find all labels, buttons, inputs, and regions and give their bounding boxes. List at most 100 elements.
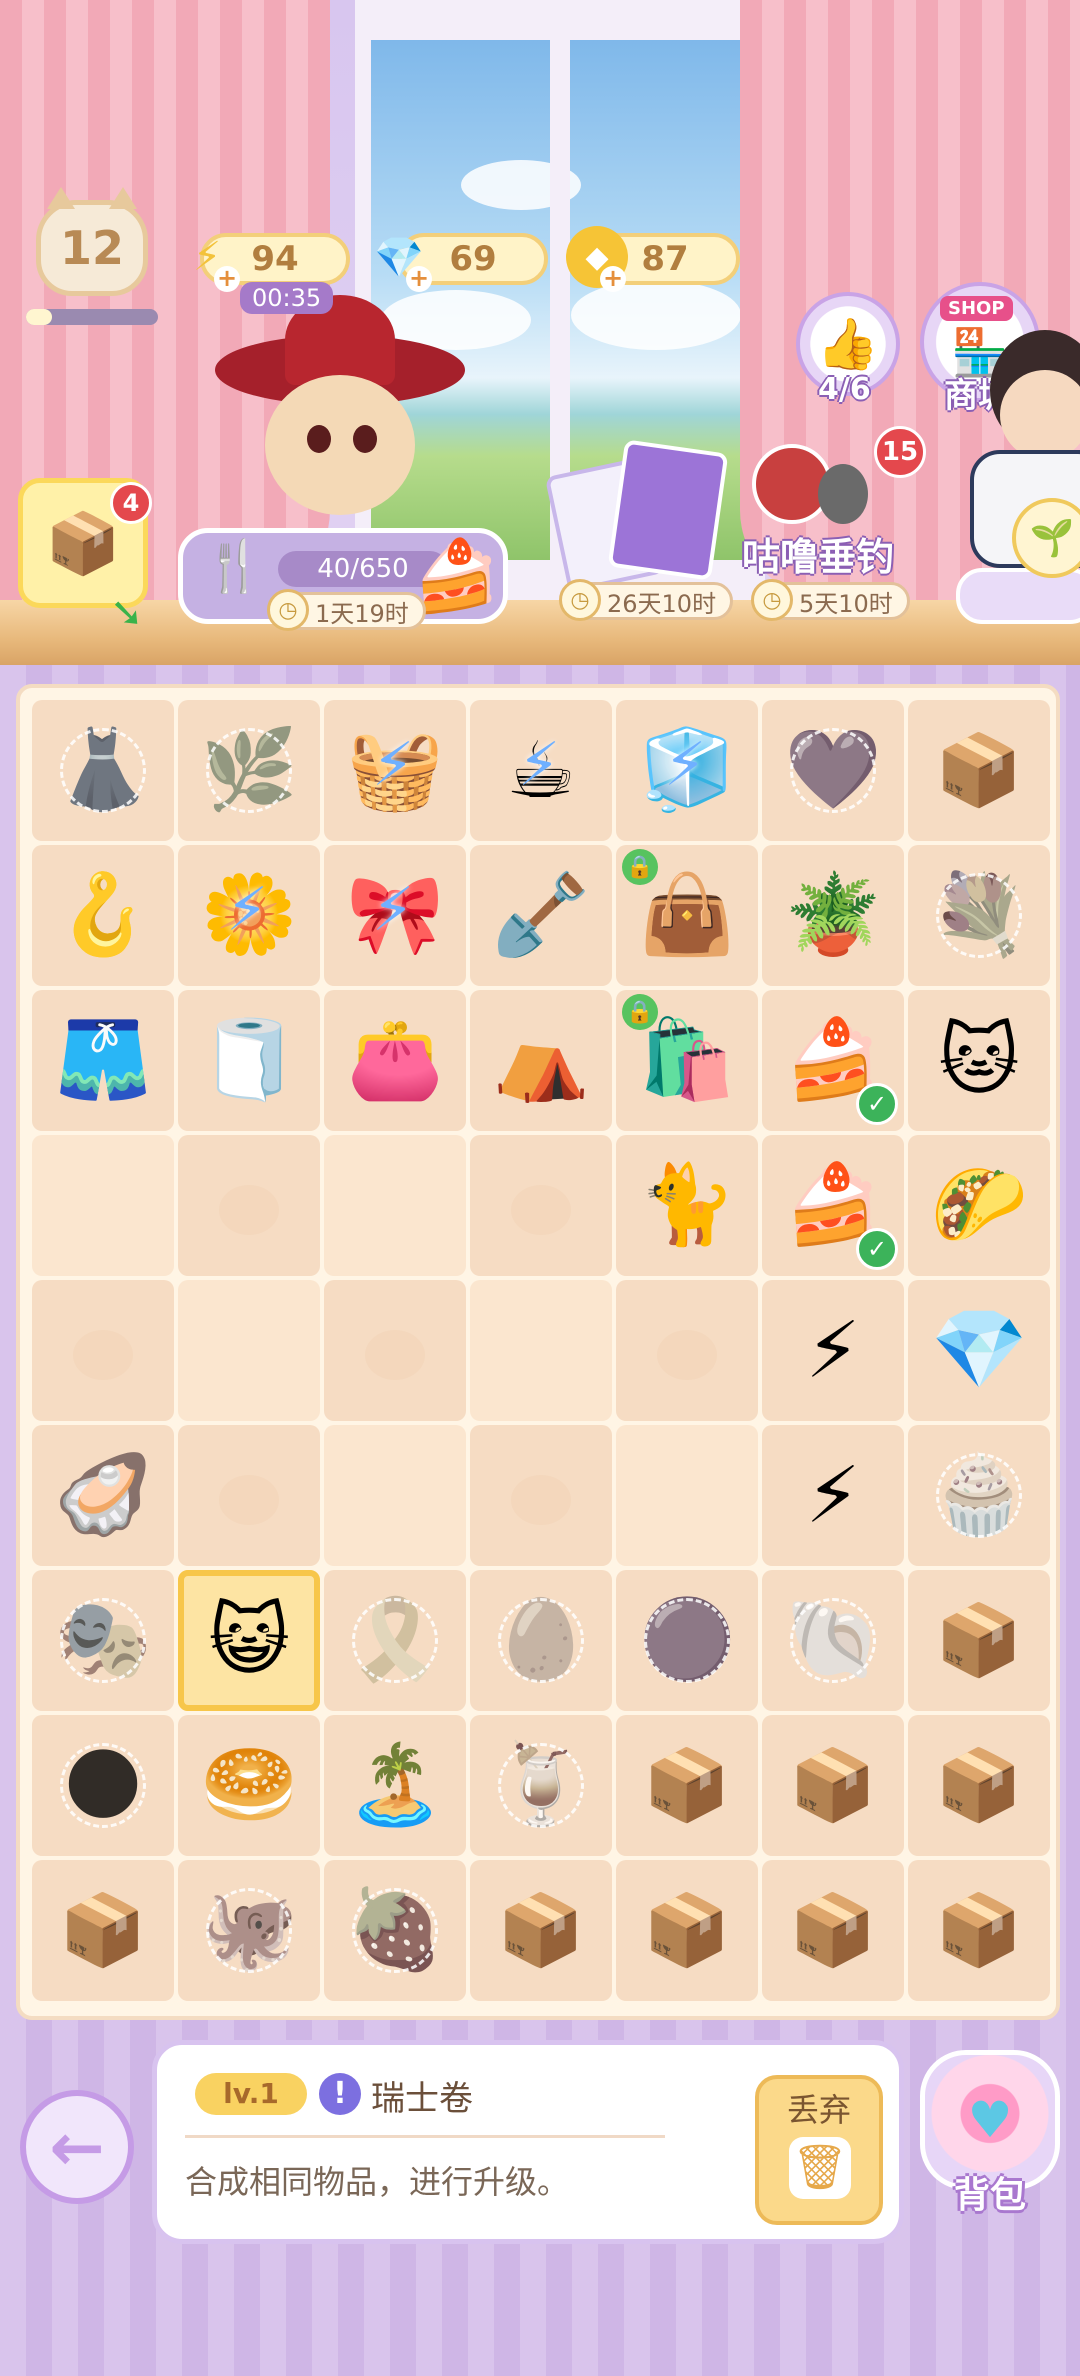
- board-cell[interactable]: 🎗️: [324, 1570, 466, 1711]
- board-cell[interactable]: [616, 1280, 758, 1421]
- board-grid: 👗 🌿 🧺 ⚡ ☕ ⚡ 🧊 ⚡ 💜 📦 🪝 🌼 ⚡ 🎀 ⚡ 🪏 👜 🔒 🪴 💐 🩳 🧻 👛 ⛺ 🛍️ 🔒 🍰 ✓ 🐱 🐈 🍰 ✓ 🌮 ⚡ 💎 🦪 ⚡ 🧁 🎭…: [32, 700, 1050, 2001]
- merge-item-icon: 💎: [930, 1305, 1028, 1395]
- board-cell[interactable]: 📦: [908, 700, 1050, 841]
- checkmark-icon: ✓: [856, 1083, 898, 1125]
- board-cell[interactable]: 📦: [32, 1860, 174, 2001]
- cardboard-box-icon: 📦: [935, 1599, 1023, 1681]
- add-energy-button[interactable]: +: [214, 266, 240, 292]
- add-gems-button[interactable]: +: [406, 266, 432, 292]
- board-cell[interactable]: 📦: [762, 1860, 904, 2001]
- item-info-panel: lv.1 ! 瑞士卷 合成相同物品，进行升级。 丢弃 🗑: [152, 2040, 904, 2244]
- board-cell[interactable]: 📦: [616, 1860, 758, 2001]
- merge-item-icon: ⚡: [805, 1450, 861, 1541]
- witch-cat-character[interactable]: [215, 295, 465, 525]
- cobweb-overlay: [60, 1743, 146, 1828]
- board-cell[interactable]: 🍹: [470, 1715, 612, 1856]
- board-cell[interactable]: 🐱: [908, 990, 1050, 1131]
- board-cell[interactable]: 🐙: [178, 1860, 320, 2001]
- add-coins-button[interactable]: +: [600, 266, 626, 292]
- board-cell[interactable]: ⚡: [762, 1425, 904, 1566]
- cardboard-box-icon: 📦: [789, 1744, 877, 1826]
- board-cell[interactable]: 🩳: [32, 990, 174, 1131]
- board-cell[interactable]: [616, 1425, 758, 1566]
- board-cell[interactable]: 🧊 ⚡: [616, 700, 758, 841]
- board-cell[interactable]: 🪏: [470, 845, 612, 986]
- discard-button[interactable]: 丢弃 🗑: [755, 2075, 883, 2225]
- board-cell[interactable]: [470, 1135, 612, 1276]
- board-cell[interactable]: 🍰 ✓: [762, 990, 904, 1131]
- swiss-roll-cake-icon: 🍰: [413, 535, 501, 617]
- board-cell[interactable]: 💜: [762, 700, 904, 841]
- board-cell[interactable]: [470, 1280, 612, 1421]
- merge-board: 👗 🌿 🧺 ⚡ ☕ ⚡ 🧊 ⚡ 💜 📦 🪝 🌼 ⚡ 🎀 ⚡ 🪏 👜 🔒 🪴 💐 🩳 🧻 👛 ⛺ 🛍️ 🔒 🍰 ✓ 🐱 🐈 🍰 ✓ 🌮 ⚡ 💎 🦪 ⚡ 🧁 🎭…: [16, 684, 1060, 2020]
- cobweb-overlay: [60, 1598, 146, 1683]
- board-cell[interactable]: ⚡: [762, 1280, 904, 1421]
- lock-icon: 🔒: [622, 994, 658, 1030]
- board-cell[interactable]: [32, 1280, 174, 1421]
- board-cell[interactable]: 📦: [470, 1860, 612, 2001]
- board-cell[interactable]: 📦: [908, 1860, 1050, 2001]
- board-cell[interactable]: 👜 🔒: [616, 845, 758, 986]
- board-cell[interactable]: 🎭: [32, 1570, 174, 1711]
- board-cell[interactable]: 🥚: [470, 1570, 612, 1711]
- board-cell[interactable]: 🐈: [616, 1135, 758, 1276]
- player-level-badge[interactable]: 12: [36, 187, 148, 296]
- board-cell[interactable]: 👗: [32, 700, 174, 841]
- main-event-timer: ◷ 1天19时: [267, 589, 426, 631]
- board-cell[interactable]: 🌑: [32, 1715, 174, 1856]
- merge-item-icon: 🪝: [54, 870, 152, 960]
- board-cell[interactable]: 😺: [178, 1570, 320, 1711]
- board-cell[interactable]: 🪝: [32, 845, 174, 986]
- merge-item-icon: 🛍️: [638, 1015, 736, 1105]
- cardboard-box-icon: 📦: [935, 1889, 1023, 1971]
- board-cell[interactable]: 📦: [908, 1715, 1050, 1856]
- board-cell[interactable]: 🧺 ⚡: [324, 700, 466, 841]
- cobweb-overlay: [498, 1743, 584, 1828]
- info-icon[interactable]: !: [319, 2073, 361, 2115]
- board-cell[interactable]: [178, 1280, 320, 1421]
- player-level: 12: [59, 221, 124, 275]
- coin-value: 87: [641, 239, 689, 279]
- board-cell[interactable]: [324, 1425, 466, 1566]
- board-cell[interactable]: 🐚: [762, 1570, 904, 1711]
- board-cell[interactable]: 🎀 ⚡: [324, 845, 466, 986]
- board-cell[interactable]: 🏝️: [324, 1715, 466, 1856]
- board-cell[interactable]: 🌮: [908, 1135, 1050, 1276]
- board-cell[interactable]: 🪴: [762, 845, 904, 986]
- card-collection-event[interactable]: [544, 439, 729, 593]
- energy-producer-icon: ⚡: [664, 730, 707, 800]
- board-cell[interactable]: [178, 1135, 320, 1276]
- board-cell[interactable]: 🍓: [324, 1860, 466, 2001]
- board-cell[interactable]: [178, 1425, 320, 1566]
- fishing-event-button[interactable]: [752, 444, 872, 534]
- board-cell[interactable]: [470, 1425, 612, 1566]
- board-cell[interactable]: [324, 1135, 466, 1276]
- likes-counter: 4/6: [818, 372, 871, 407]
- back-button[interactable]: ←: [20, 2090, 134, 2204]
- board-cell[interactable]: 💐: [908, 845, 1050, 986]
- bag-button[interactable]: ♥ 背包: [912, 2030, 1068, 2226]
- board-cell[interactable]: 👛: [324, 990, 466, 1131]
- board-cell[interactable]: [32, 1135, 174, 1276]
- board-cell[interactable]: [324, 1280, 466, 1421]
- clock-icon: ◷: [751, 579, 793, 621]
- board-cell[interactable]: 🦪: [32, 1425, 174, 1566]
- board-cell[interactable]: 🌼 ⚡: [178, 845, 320, 986]
- board-cell[interactable]: ☕ ⚡: [470, 700, 612, 841]
- board-cell[interactable]: 🌿: [178, 700, 320, 841]
- cobweb-overlay: [352, 1888, 438, 1973]
- board-cell[interactable]: 🟣: [616, 1570, 758, 1711]
- board-cell[interactable]: 📦: [908, 1570, 1050, 1711]
- main-event-timer-text: 1天19时: [315, 599, 409, 628]
- board-cell[interactable]: 📦: [762, 1715, 904, 1856]
- board-cell[interactable]: 🧻: [178, 990, 320, 1131]
- board-cell[interactable]: 🍰 ✓: [762, 1135, 904, 1276]
- board-cell[interactable]: 📦: [616, 1715, 758, 1856]
- badge-ear-left: [47, 187, 75, 209]
- board-cell[interactable]: 🛍️ 🔒: [616, 990, 758, 1131]
- board-cell[interactable]: 💎: [908, 1280, 1050, 1421]
- board-cell[interactable]: 🥯: [178, 1715, 320, 1856]
- board-cell[interactable]: ⛺: [470, 990, 612, 1131]
- item-level: lv.1: [195, 2073, 307, 2115]
- board-cell[interactable]: 🧁: [908, 1425, 1050, 1566]
